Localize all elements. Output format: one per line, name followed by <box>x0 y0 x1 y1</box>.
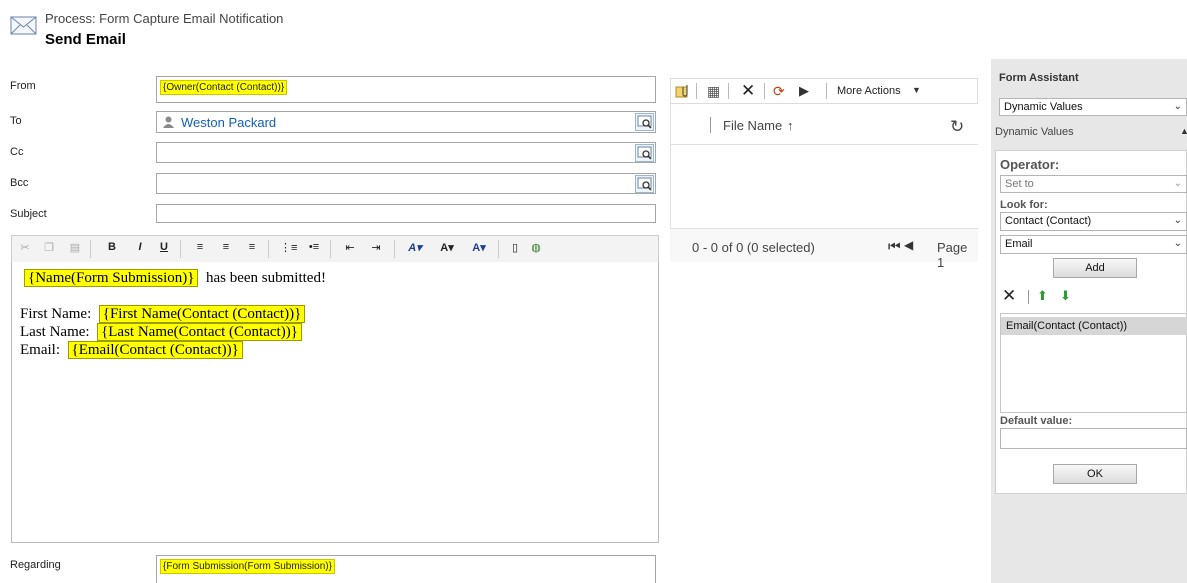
cc-field[interactable] <box>156 142 656 163</box>
align-right-icon[interactable]: ≡ <box>244 241 260 257</box>
last-name-token[interactable]: {Last Name(Contact (Contact))} <box>97 323 302 341</box>
selected-item-label: Email(Contact (Contact)) <box>1006 320 1128 332</box>
regarding-label: Regarding <box>10 559 61 571</box>
run-icon[interactable]: ▶ <box>799 83 809 99</box>
align-center-icon[interactable]: ≡ <box>218 241 234 257</box>
dynamic-values-list[interactable]: Email(Contact (Contact)) <box>1000 313 1187 413</box>
attachments-toolbar: ▦ ✕ ⟳ ▶ More Actions ▼ <box>670 78 978 104</box>
numbered-list-icon[interactable]: ⋮≡ <box>280 241 297 257</box>
default-value-input[interactable] <box>1000 428 1187 449</box>
operator-select-value: Set to <box>1005 178 1034 190</box>
chevron-down-icon[interactable]: ▼ <box>912 85 921 95</box>
italic-button[interactable]: I <box>134 241 146 257</box>
editor-toolbar: ✂ ❐ ▤ B I U ≡ ≡ ≡ ⋮≡ •≡ ⇤ ⇥ A▾ A▾ A▾ ▯ ◍ <box>11 235 659 262</box>
body-line-first-name: First Name: {First Name(Contact (Contact… <box>20 305 306 323</box>
column-file-name[interactable]: File Name <box>723 118 782 133</box>
chevron-down-icon: ⌄ <box>1173 238 1182 249</box>
refresh-icon[interactable]: ↻ <box>950 117 964 137</box>
from-label: From <box>10 80 36 92</box>
bullet-list-icon[interactable]: •≡ <box>306 241 322 257</box>
add-button[interactable]: Add <box>1053 258 1137 278</box>
section-label: Dynamic Values <box>995 126 1074 138</box>
bcc-label: Bcc <box>10 177 29 189</box>
email-body-editor[interactable]: {Name(Form Submission)} has been submitt… <box>11 262 659 543</box>
form-assistant-dropdown[interactable]: Dynamic Values ⌄ <box>999 98 1187 116</box>
attachments-header: File Name ↑ ↻ <box>670 104 978 145</box>
look-for-entity-value: Contact (Contact) <box>1005 215 1092 227</box>
collapse-icon[interactable]: ▲ <box>1180 126 1187 136</box>
name-token[interactable]: {Name(Form Submission)} <box>24 269 199 287</box>
look-for-label: Look for: <box>1000 199 1048 211</box>
look-for-field-value: Email <box>1005 238 1033 250</box>
default-value-label: Default value: <box>1000 415 1073 427</box>
to-label: To <box>10 115 22 127</box>
form-assistant-dropdown-value: Dynamic Values <box>1004 101 1083 113</box>
body-line-last-name: Last Name: {Last Name(Contact (Contact))… <box>20 323 302 341</box>
regarding-field[interactable]: {Form Submission(Form Submission)} <box>156 555 656 583</box>
body-line-1-text: has been submitted! <box>205 270 326 286</box>
email-label: Email: <box>20 342 60 358</box>
font-color-icon[interactable]: A▾ <box>468 241 490 257</box>
sort-arrow-icon[interactable]: ↑ <box>787 118 794 133</box>
more-actions-button[interactable]: More Actions <box>837 85 901 97</box>
ok-button[interactable]: OK <box>1053 464 1137 484</box>
move-down-icon[interactable]: ⬇ <box>1060 288 1071 304</box>
last-name-label: Last Name: <box>20 324 90 340</box>
to-recipient-link[interactable]: Weston Packard <box>181 115 276 130</box>
process-label: Process: Form Capture Email Notification <box>45 11 284 26</box>
html-source-icon[interactable]: ▯ <box>508 241 522 257</box>
bcc-field[interactable] <box>156 173 656 194</box>
body-line-email: Email: {Email(Contact (Contact))} <box>20 341 243 359</box>
regarding-token[interactable]: {Form Submission(Form Submission)} <box>160 559 335 574</box>
decrease-indent-icon[interactable]: ⇤ <box>342 241 358 257</box>
chevron-down-icon: ⌄ <box>1173 215 1182 226</box>
bold-button[interactable]: B <box>106 241 118 257</box>
from-field[interactable]: {Owner(Contact (Contact))} <box>156 76 656 103</box>
refresh-status-icon[interactable]: ⟳ <box>773 83 785 100</box>
font-icon[interactable]: A▾ <box>404 241 426 257</box>
page-title: Send Email <box>45 31 126 48</box>
delete-icon[interactable]: ✕ <box>741 81 755 101</box>
page-label: Page 1 <box>937 240 968 270</box>
record-count: 0 - 0 of 0 (0 selected) <box>692 240 815 255</box>
grid-view-icon[interactable]: ▦ <box>707 83 720 100</box>
to-lookup-icon[interactable] <box>635 113 654 131</box>
operator-select[interactable]: Set to ⌄ <box>1000 175 1187 193</box>
align-left-icon[interactable]: ≡ <box>192 241 208 257</box>
attach-icon[interactable] <box>675 84 691 98</box>
body-line-1: {Name(Form Submission)} has been submitt… <box>24 269 326 287</box>
previous-page-icon[interactable]: ◀ <box>904 238 913 252</box>
cc-lookup-icon[interactable] <box>635 144 654 162</box>
first-page-icon[interactable]: ⏮ <box>888 238 901 255</box>
email-token[interactable]: {Email(Contact (Contact))} <box>67 341 243 359</box>
look-for-entity-select[interactable]: Contact (Contact) ⌄ <box>1000 212 1187 231</box>
operator-label: Operator: <box>1000 157 1060 172</box>
to-field[interactable]: Weston Packard <box>156 111 656 133</box>
user-icon <box>163 116 174 128</box>
list-item[interactable]: Email(Contact (Contact)) <box>1001 317 1187 335</box>
first-name-token[interactable]: {First Name(Contact (Contact))} <box>98 305 306 323</box>
remove-icon[interactable]: ✕ <box>1002 286 1016 306</box>
cc-label: Cc <box>10 146 24 158</box>
email-icon <box>10 14 38 38</box>
chevron-down-icon: ⌄ <box>1173 101 1182 112</box>
first-name-label: First Name: <box>20 306 92 322</box>
look-for-field-select[interactable]: Email ⌄ <box>1000 235 1187 254</box>
attachments-footer: 0 - 0 of 0 (0 selected) ⏮ ◀ Page 1 <box>670 228 978 270</box>
insert-hyperlink-icon[interactable]: ◍ <box>528 241 544 257</box>
subject-input[interactable] <box>156 204 656 223</box>
cut-icon[interactable]: ✂ <box>18 241 32 257</box>
move-up-icon[interactable]: ⬆ <box>1037 288 1048 304</box>
underline-button[interactable]: U <box>158 241 170 257</box>
paste-icon[interactable]: ▤ <box>68 241 82 257</box>
subject-label: Subject <box>10 208 47 220</box>
increase-indent-icon[interactable]: ⇥ <box>368 241 384 257</box>
from-token[interactable]: {Owner(Contact (Contact))} <box>160 80 288 95</box>
chevron-down-icon: ⌄ <box>1173 178 1182 189</box>
bcc-lookup-icon[interactable] <box>635 175 654 193</box>
font-size-icon[interactable]: A▾ <box>436 241 458 257</box>
form-assistant-title: Form Assistant <box>999 72 1079 84</box>
copy-icon[interactable]: ❐ <box>42 241 56 257</box>
